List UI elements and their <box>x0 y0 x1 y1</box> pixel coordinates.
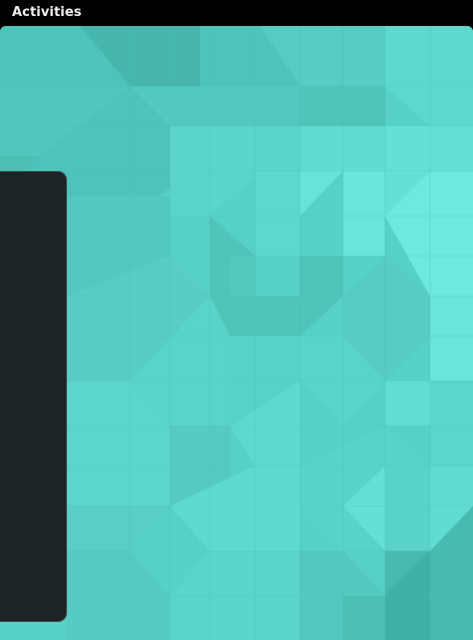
activities-button[interactable]: Activities <box>12 0 82 26</box>
wallpaper-pattern <box>0 26 473 640</box>
desktop-wallpaper <box>0 26 473 640</box>
dash <box>0 171 67 622</box>
screen: Activities <box>0 0 473 640</box>
top-bar: Activities <box>0 0 473 26</box>
